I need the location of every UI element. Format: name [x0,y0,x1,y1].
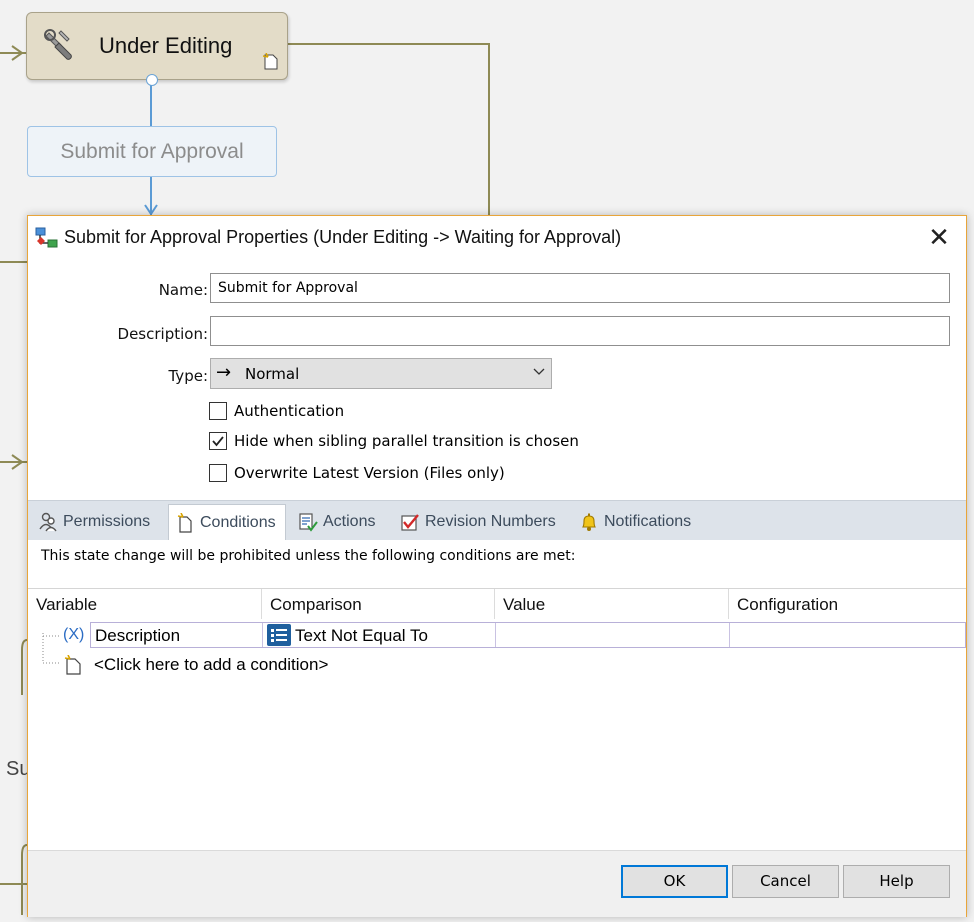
list-icon [267,624,291,646]
workflow-transition-icon [35,227,58,248]
tab-label: Notifications [604,513,692,530]
users-icon [39,512,57,532]
cell-configuration[interactable] [730,623,965,647]
cancel-button[interactable]: Cancel [732,865,839,898]
transition-submit-for-approval[interactable]: Submit for Approval [27,126,277,177]
variable-icon: (X) [63,626,85,643]
checkbox-label: Authentication [234,402,345,420]
cell-comparison[interactable]: Text Not Equal To [263,623,496,647]
type-dropdown[interactable]: → Normal [210,358,552,389]
help-button[interactable]: Help [843,865,950,898]
authentication-checkbox[interactable] [209,402,227,420]
actions-icon [299,513,318,532]
document-icon [177,513,192,533]
tab-notifications[interactable]: Notifications [579,504,691,540]
dialog-titlebar[interactable]: Submit for Approval Properties (Under Ed… [28,216,966,260]
column-header-variable[interactable]: Variable [28,589,262,619]
cell-variable[interactable]: Description [91,623,263,647]
state-node-under-editing[interactable]: Under Editing [26,12,288,80]
transition-properties-dialog: Submit for Approval Properties (Under Ed… [27,215,967,917]
checkbox-label: Overwrite Latest Version (Files only) [234,464,505,482]
close-button[interactable]: ✕ [924,224,954,252]
conditions-info-text: This state change will be prohibited unl… [41,548,576,564]
tab-label: Revision Numbers [425,513,556,530]
tab-label: Permissions [63,513,151,530]
wrench-icon [44,29,72,60]
tab-label: Conditions [200,514,276,531]
add-condition-text: <Click here to add a condition> [94,655,329,674]
column-header-value[interactable]: Value [495,589,729,619]
dialog-footer: OK Cancel Help [28,850,966,917]
column-header-comparison[interactable]: Comparison [262,589,495,619]
conditions-panel: This state change will be prohibited unl… [28,540,966,851]
overwrite-latest-checkbox[interactable] [209,464,227,482]
comparison-text: Text Not Equal To [295,626,428,645]
description-label: Description: [117,325,208,343]
dialog-title: Submit for Approval Properties (Under Ed… [64,227,622,247]
ok-button[interactable]: OK [621,865,728,898]
tab-strip: Permissions Conditions Actions Revision … [28,500,966,541]
name-field[interactable] [210,273,950,303]
tab-label: Actions [323,513,376,530]
chevron-down-icon [533,368,545,375]
checkmark-icon [212,436,224,447]
table-row[interactable]: Description Text Not Equal To [90,622,966,648]
arrow-right-icon: → [216,362,232,383]
name-label: Name: [158,281,208,299]
tab-conditions[interactable]: Conditions [168,504,286,541]
tab-actions[interactable]: Actions [298,504,375,540]
connection-handle[interactable] [146,74,158,86]
checkmark-box-icon [401,514,419,531]
state-title: Under Editing [99,33,233,58]
column-header-configuration[interactable]: Configuration [729,589,966,619]
document-icon [263,53,278,70]
cell-value[interactable] [496,623,730,647]
hide-sibling-checkbox[interactable] [209,432,227,450]
checkbox-label: Hide when sibling parallel transition is… [234,432,579,450]
tab-permissions[interactable]: Permissions [38,504,150,540]
bell-icon [582,513,596,531]
new-document-icon [64,655,81,675]
conditions-grid: Variable Comparison Value Configuration … [28,588,966,851]
type-label: Type: [168,367,208,385]
tab-revision-numbers[interactable]: Revision Numbers [400,504,556,540]
description-field[interactable] [210,316,950,346]
type-value: Normal [245,365,300,383]
